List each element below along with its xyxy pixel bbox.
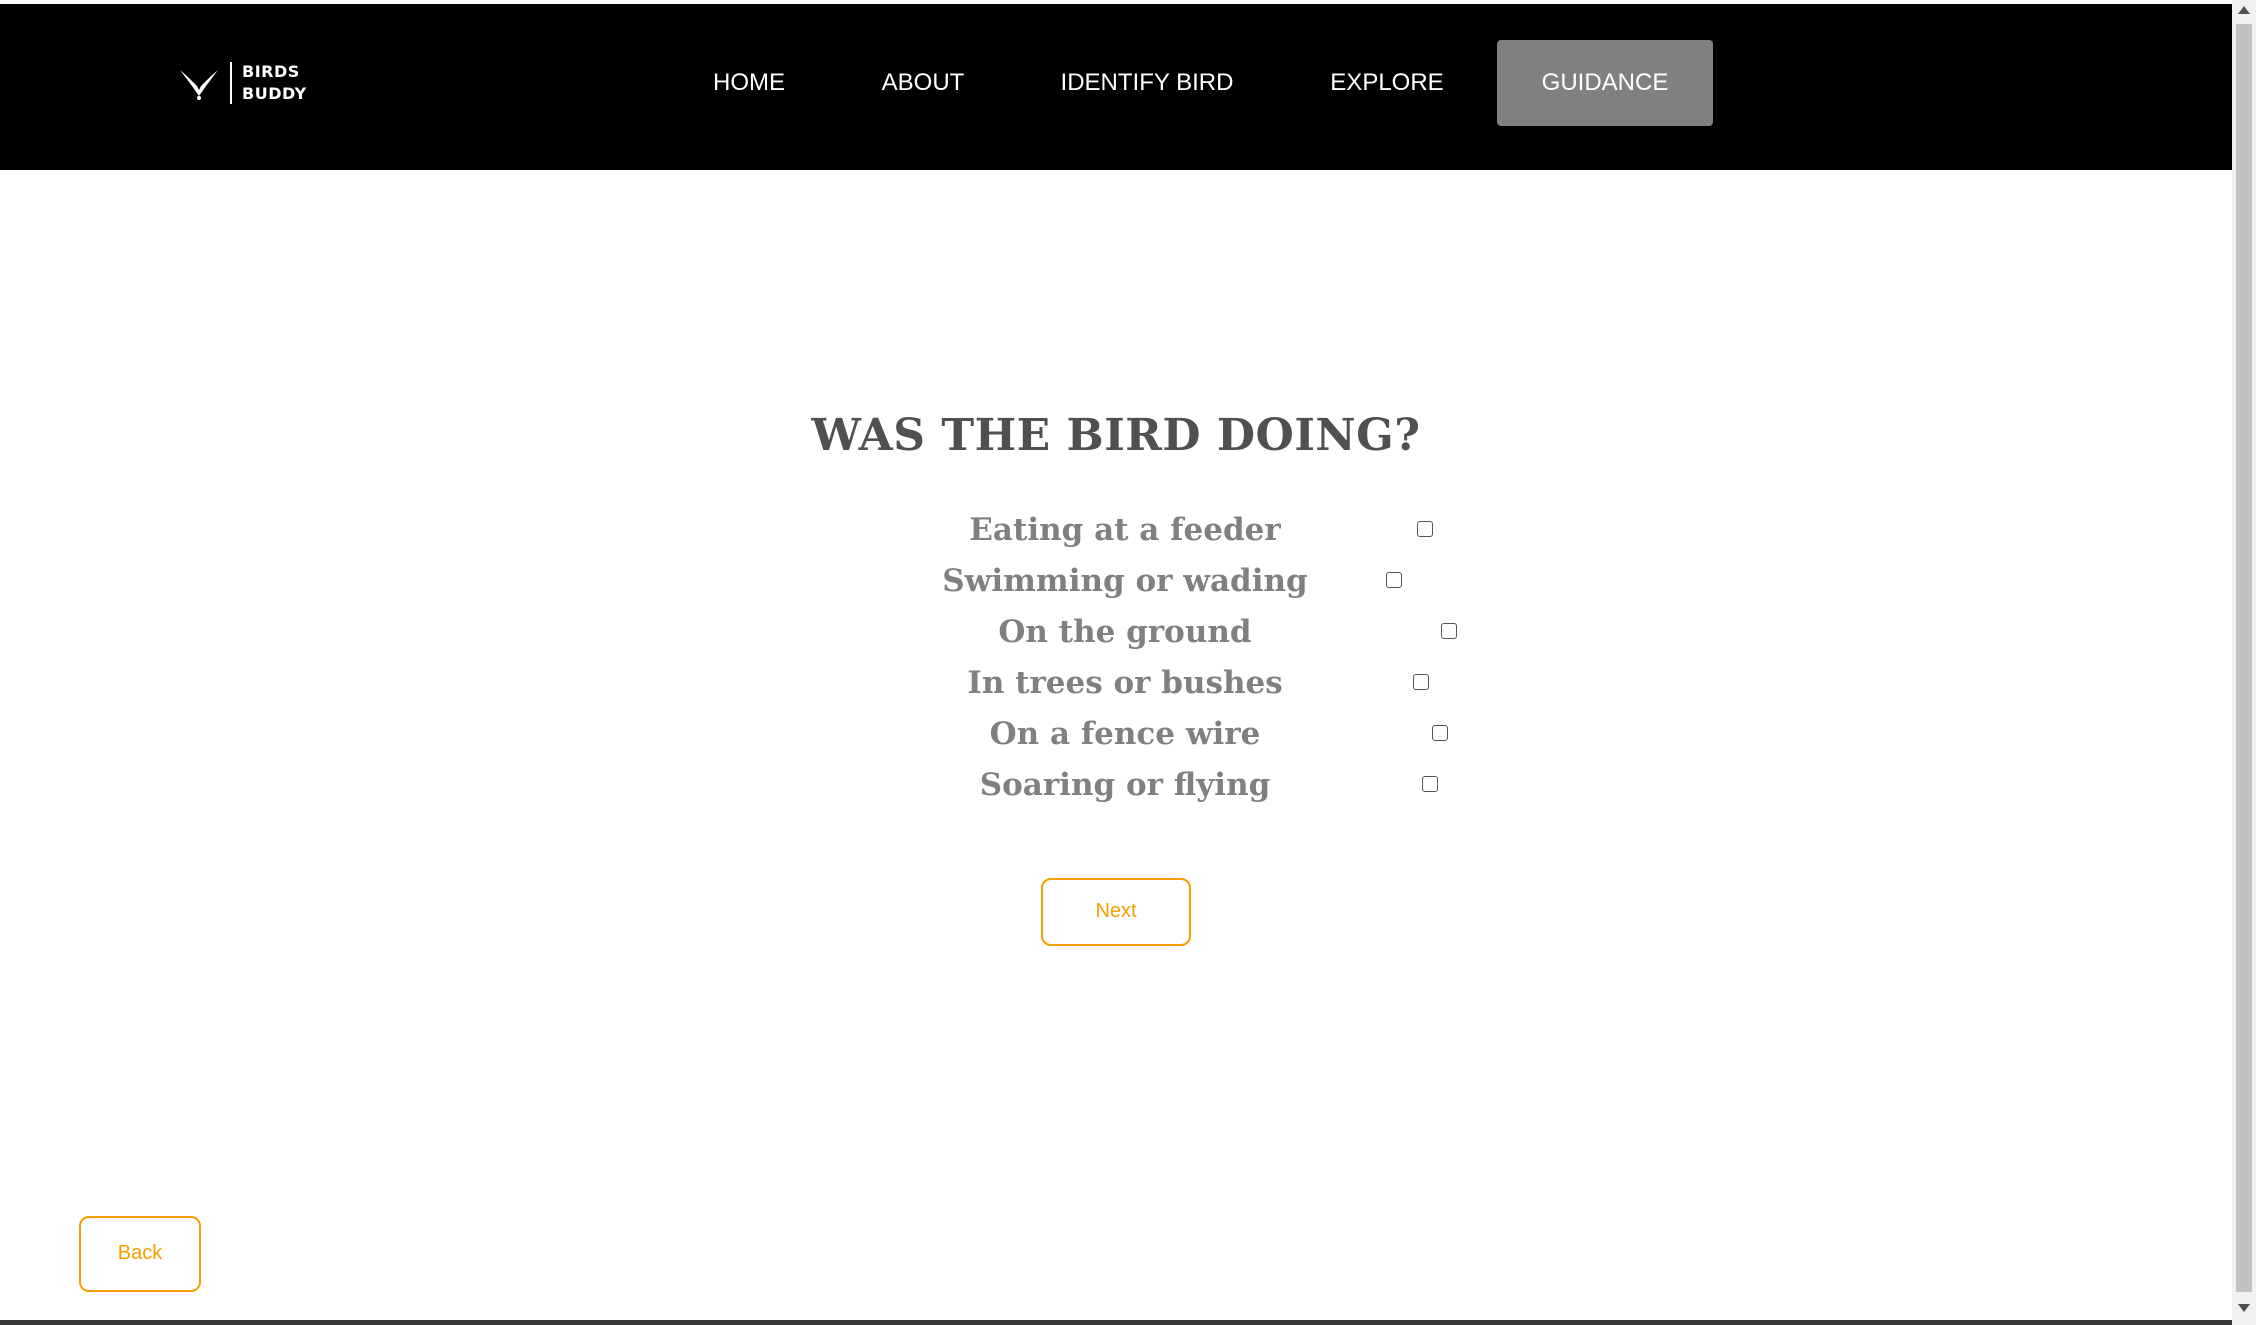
scroll-down-arrow-icon[interactable] bbox=[2238, 1304, 2250, 1312]
next-button[interactable]: Next bbox=[1041, 878, 1191, 946]
option-label: In trees or bushes bbox=[967, 665, 1283, 701]
option-checkbox-soaring-or-flying[interactable] bbox=[1422, 776, 1438, 792]
scrollbar-thumb[interactable] bbox=[2236, 24, 2252, 1292]
option-row-eating-at-feeder: Eating at a feeder bbox=[0, 505, 2232, 555]
option-checkbox-swimming-or-wading[interactable] bbox=[1386, 572, 1402, 588]
option-checkbox-eating-at-feeder[interactable] bbox=[1417, 521, 1433, 537]
logo-divider bbox=[230, 62, 232, 104]
option-row-on-the-ground: On the ground bbox=[0, 607, 2232, 657]
option-label: Swimming or wading bbox=[942, 563, 1308, 599]
nav-home[interactable]: HOME bbox=[690, 40, 808, 126]
option-row-swimming-or-wading: Swimming or wading bbox=[0, 556, 2232, 606]
navbar: BIRDS BUDDY HOME ABOUT IDENTIFY BIRD EXP… bbox=[0, 4, 2232, 170]
bottom-edge bbox=[0, 1320, 2232, 1325]
bird-logo-icon bbox=[176, 60, 222, 106]
logo-text: BIRDS BUDDY bbox=[242, 61, 307, 105]
question-title: WAS THE BIRD DOING? bbox=[811, 410, 1421, 461]
option-row-soaring-or-flying: Soaring or flying bbox=[0, 760, 2232, 810]
option-checkbox-in-trees-or-bushes[interactable] bbox=[1413, 674, 1429, 690]
option-label: On a fence wire bbox=[989, 716, 1261, 752]
vertical-scrollbar[interactable] bbox=[2232, 0, 2256, 1325]
scroll-up-arrow-icon[interactable] bbox=[2238, 6, 2250, 14]
logo-line-1: BIRDS bbox=[242, 62, 300, 81]
logo[interactable]: BIRDS BUDDY bbox=[176, 56, 307, 110]
option-checkbox-on-the-ground[interactable] bbox=[1441, 623, 1457, 639]
logo-line-2: BUDDY bbox=[242, 84, 307, 103]
nav-identify-bird[interactable]: IDENTIFY BIRD bbox=[1040, 40, 1254, 126]
option-row-on-a-fence-wire: On a fence wire bbox=[0, 709, 2232, 759]
option-row-in-trees-or-bushes: In trees or bushes bbox=[0, 658, 2232, 708]
option-checkbox-on-a-fence-wire[interactable] bbox=[1432, 725, 1448, 741]
nav-guidance[interactable]: GUIDANCE bbox=[1497, 40, 1713, 126]
option-label: On the ground bbox=[998, 614, 1252, 650]
option-label: Soaring or flying bbox=[979, 767, 1271, 803]
nav-about[interactable]: ABOUT bbox=[860, 40, 986, 126]
back-button[interactable]: Back bbox=[79, 1216, 201, 1292]
nav-explore[interactable]: EXPLORE bbox=[1310, 40, 1464, 126]
option-label: Eating at a feeder bbox=[969, 512, 1281, 548]
